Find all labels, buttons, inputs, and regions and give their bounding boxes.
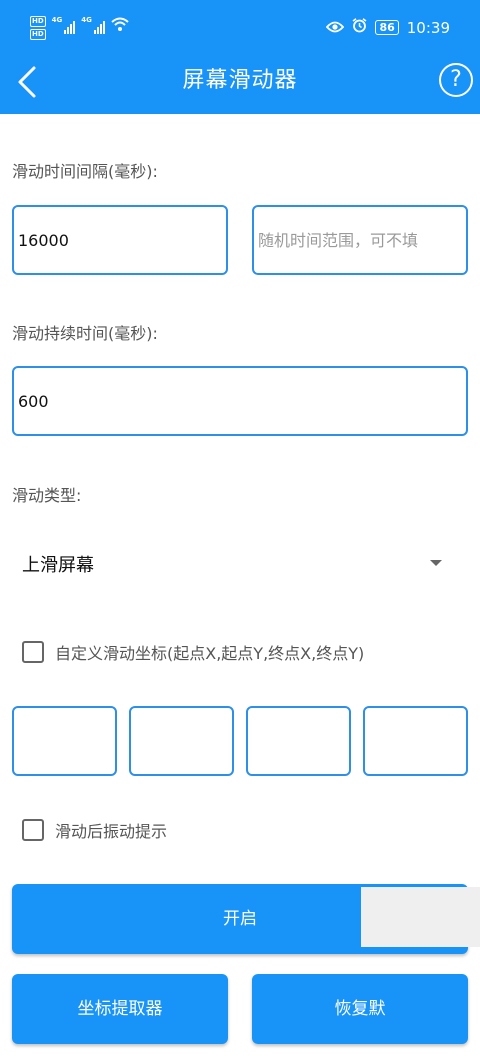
swipe-type-dropdown[interactable]: 上滑屏幕 [12, 538, 468, 588]
dropdown-arrow-icon [430, 560, 442, 566]
start-x-input[interactable] [12, 706, 117, 776]
status-bar: HD HD 4G 4G 86 10:39 [0, 0, 480, 58]
swipe-type-value: 上滑屏幕 [22, 555, 94, 576]
vibrate-checkbox[interactable] [22, 819, 44, 841]
signal-icon-2: 4G [81, 16, 105, 34]
help-button[interactable]: ? [439, 63, 473, 97]
restore-default-button[interactable]: 恢复默 [252, 974, 468, 1044]
network-label-1: 4G [51, 16, 63, 24]
hd-stack: HD HD [30, 16, 46, 40]
custom-coord-label: 自定义滑动坐标(起点X,起点Y,终点X,终点Y) [55, 644, 365, 663]
hd-badge-2: HD [30, 29, 46, 40]
interval-label: 滑动时间间隔(毫秒): [12, 162, 158, 181]
signal-icon-1: 4G [52, 16, 76, 34]
eye-icon [326, 19, 345, 37]
alarm-icon [352, 18, 367, 37]
page-title: 屏幕滑动器 [182, 68, 298, 93]
random-range-input[interactable] [252, 205, 468, 275]
vibrate-row[interactable]: 滑动后振动提示 [22, 818, 167, 842]
network-label-2: 4G [81, 16, 92, 24]
end-y-input[interactable] [363, 706, 468, 776]
clock-time: 10:39 [406, 18, 450, 37]
status-left: HD HD 4G 4G [30, 16, 129, 40]
overlay-patch [361, 887, 480, 947]
type-label: 滑动类型: [12, 486, 82, 505]
custom-coord-checkbox[interactable] [22, 641, 44, 663]
custom-coord-row[interactable]: 自定义滑动坐标(起点X,起点Y,终点X,终点Y) [22, 640, 364, 664]
vibrate-label: 滑动后振动提示 [55, 822, 168, 841]
hd-badge-1: HD [30, 16, 46, 27]
interval-input[interactable] [12, 205, 228, 275]
duration-input[interactable] [12, 366, 468, 436]
end-x-input[interactable] [246, 706, 351, 776]
app-bar: 屏幕滑动器 ? [0, 58, 480, 114]
coord-picker-button[interactable]: 坐标提取器 [12, 974, 228, 1044]
battery-icon: 86 [375, 20, 399, 35]
status-right: 86 10:39 [326, 18, 450, 37]
wifi-icon [111, 16, 129, 36]
start-y-input[interactable] [129, 706, 234, 776]
duration-label: 滑动持续时间(毫秒): [12, 324, 158, 343]
